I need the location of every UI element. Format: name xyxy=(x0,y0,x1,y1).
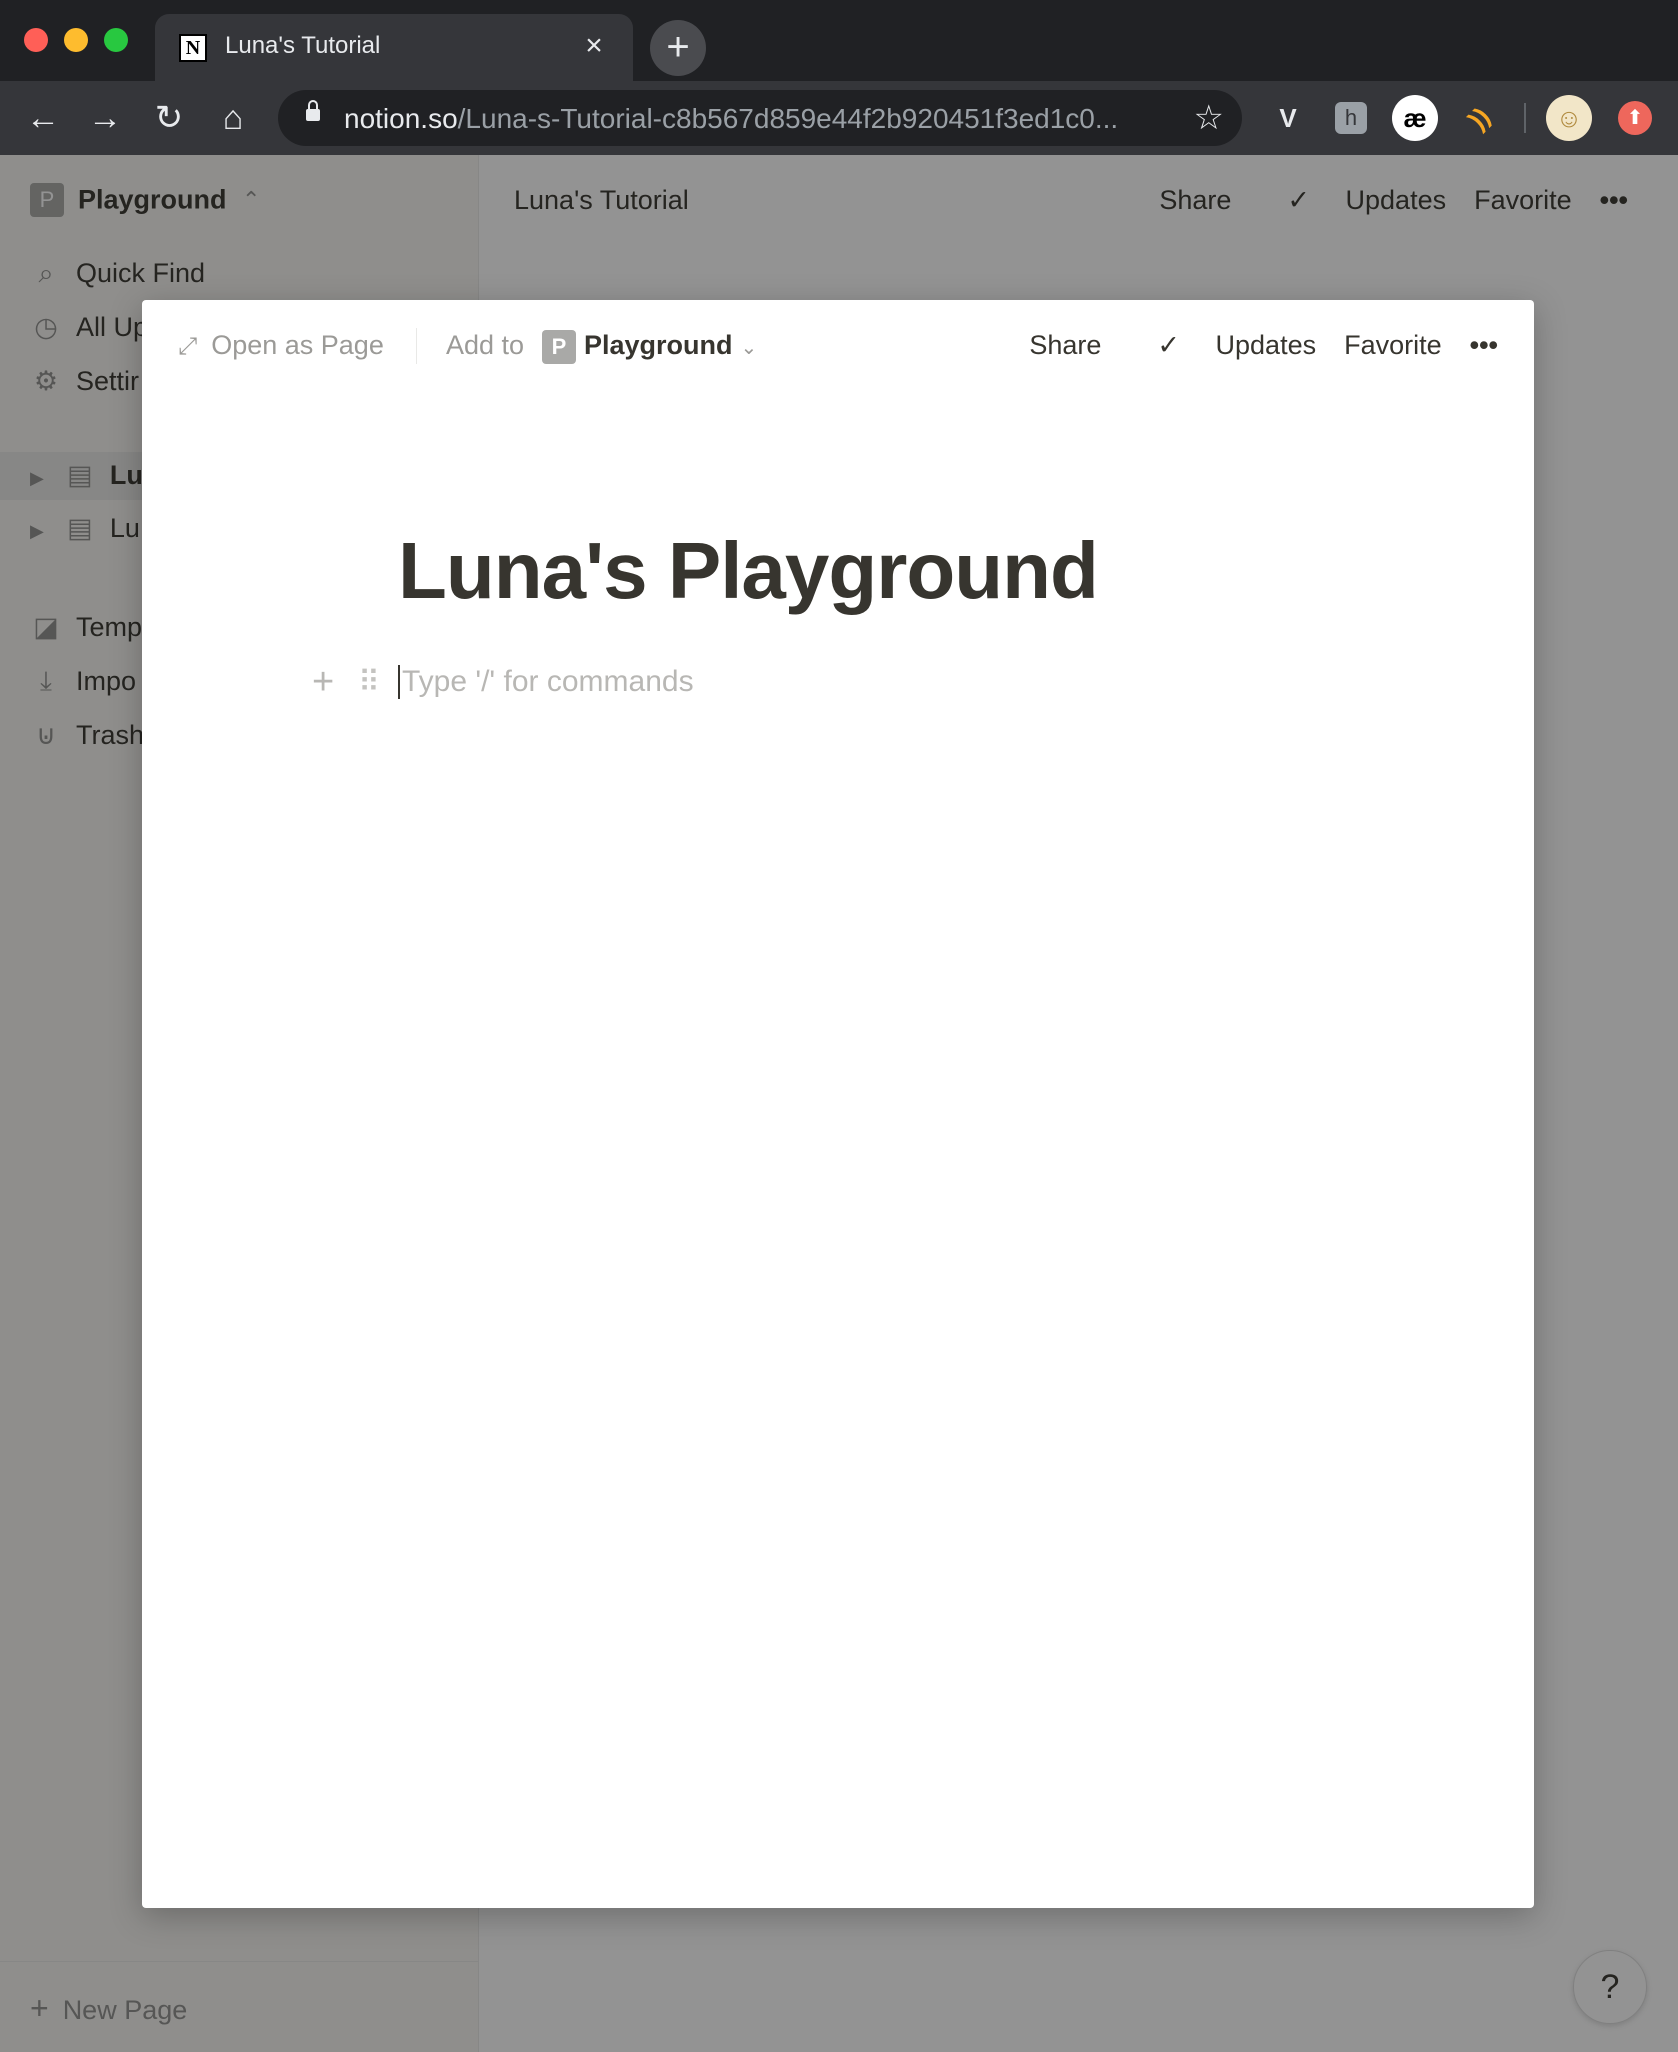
chevron-down-icon: ⌄ xyxy=(740,337,758,360)
modal-actions: Share ✓ Updates Favorite ••• xyxy=(1001,330,1498,361)
window-minimize-button[interactable] xyxy=(64,28,88,52)
check-icon: ✓ xyxy=(1157,330,1188,360)
forward-icon[interactable]: → xyxy=(80,93,130,143)
update-icon[interactable]: ⬆ xyxy=(1618,101,1652,135)
drag-handle-icon[interactable]: ⠿ xyxy=(358,665,380,700)
browser-toolbar: ← → ↻ ⌂ notion.so/Luna-s-Tutorial-c8b567… xyxy=(0,81,1678,155)
bookmark-star-icon[interactable]: ☆ xyxy=(1194,96,1224,140)
share-button[interactable]: Share xyxy=(1029,330,1101,360)
notion-favicon-icon: N xyxy=(179,34,207,62)
url-path: /Luna-s-Tutorial-c8b567d859e44f2b920451f… xyxy=(457,103,1119,134)
hypothesis-icon[interactable]: h xyxy=(1335,102,1367,134)
open-as-page-button[interactable]: ⤢ Open as Page xyxy=(178,330,384,361)
window-zoom-button[interactable] xyxy=(104,28,128,52)
profile-avatar-icon[interactable]: ☺ xyxy=(1546,95,1592,141)
expand-arrow-icon: ⤢ xyxy=(178,333,198,360)
page-peek-modal: ⤢ Open as Page Add to P Playground ⌄ Share ✓… xyxy=(142,300,1534,1908)
open-as-page-label: Open as Page xyxy=(211,330,384,360)
url-text[interactable]: notion.so/Luna-s-Tutorial-c8b567d859e44f… xyxy=(344,103,1118,135)
rss-icon[interactable]: )) xyxy=(1446,85,1511,150)
vivaldi-v-icon[interactable]: V xyxy=(1265,95,1311,141)
lock-icon xyxy=(306,100,320,121)
header-divider xyxy=(416,328,417,364)
window-close-button[interactable] xyxy=(24,28,48,52)
home-icon[interactable]: ⌂ xyxy=(208,93,258,143)
add-to-workspace-dropdown[interactable]: P Playground ⌄ xyxy=(542,330,757,364)
block-input[interactable]: Type '/' for commands xyxy=(398,665,694,699)
favorite-button[interactable]: Favorite xyxy=(1344,330,1442,360)
updates-label: Updates xyxy=(1215,330,1317,360)
more-icon[interactable]: ••• xyxy=(1470,330,1498,360)
toolbar-divider xyxy=(1524,103,1526,133)
tab-close-icon[interactable]: × xyxy=(577,26,611,66)
page-title[interactable]: Luna's Playground xyxy=(398,525,1099,617)
workspace-name: Playground xyxy=(584,330,733,361)
browser-tab[interactable]: N Luna's Tutorial × xyxy=(155,14,633,81)
tab-title: Luna's Tutorial xyxy=(225,32,381,59)
new-tab-button[interactable]: + xyxy=(650,20,706,76)
browser-tab-strip: N Luna's Tutorial × + xyxy=(0,0,1678,81)
ae-icon[interactable]: æ xyxy=(1392,95,1438,141)
updates-button[interactable]: ✓ Updates xyxy=(1129,330,1316,360)
workspace-badge: P xyxy=(542,330,576,364)
address-bar[interactable]: notion.so/Luna-s-Tutorial-c8b567d859e44f… xyxy=(278,90,1242,146)
reload-icon[interactable]: ↻ xyxy=(144,93,194,143)
add-block-icon[interactable]: + xyxy=(312,661,334,704)
modal-header: ⤢ Open as Page Add to P Playground ⌄ Share ✓… xyxy=(142,300,1534,390)
url-domain: notion.so xyxy=(344,103,458,134)
back-icon[interactable]: ← xyxy=(18,93,68,143)
add-to-label: Add to xyxy=(446,330,525,360)
